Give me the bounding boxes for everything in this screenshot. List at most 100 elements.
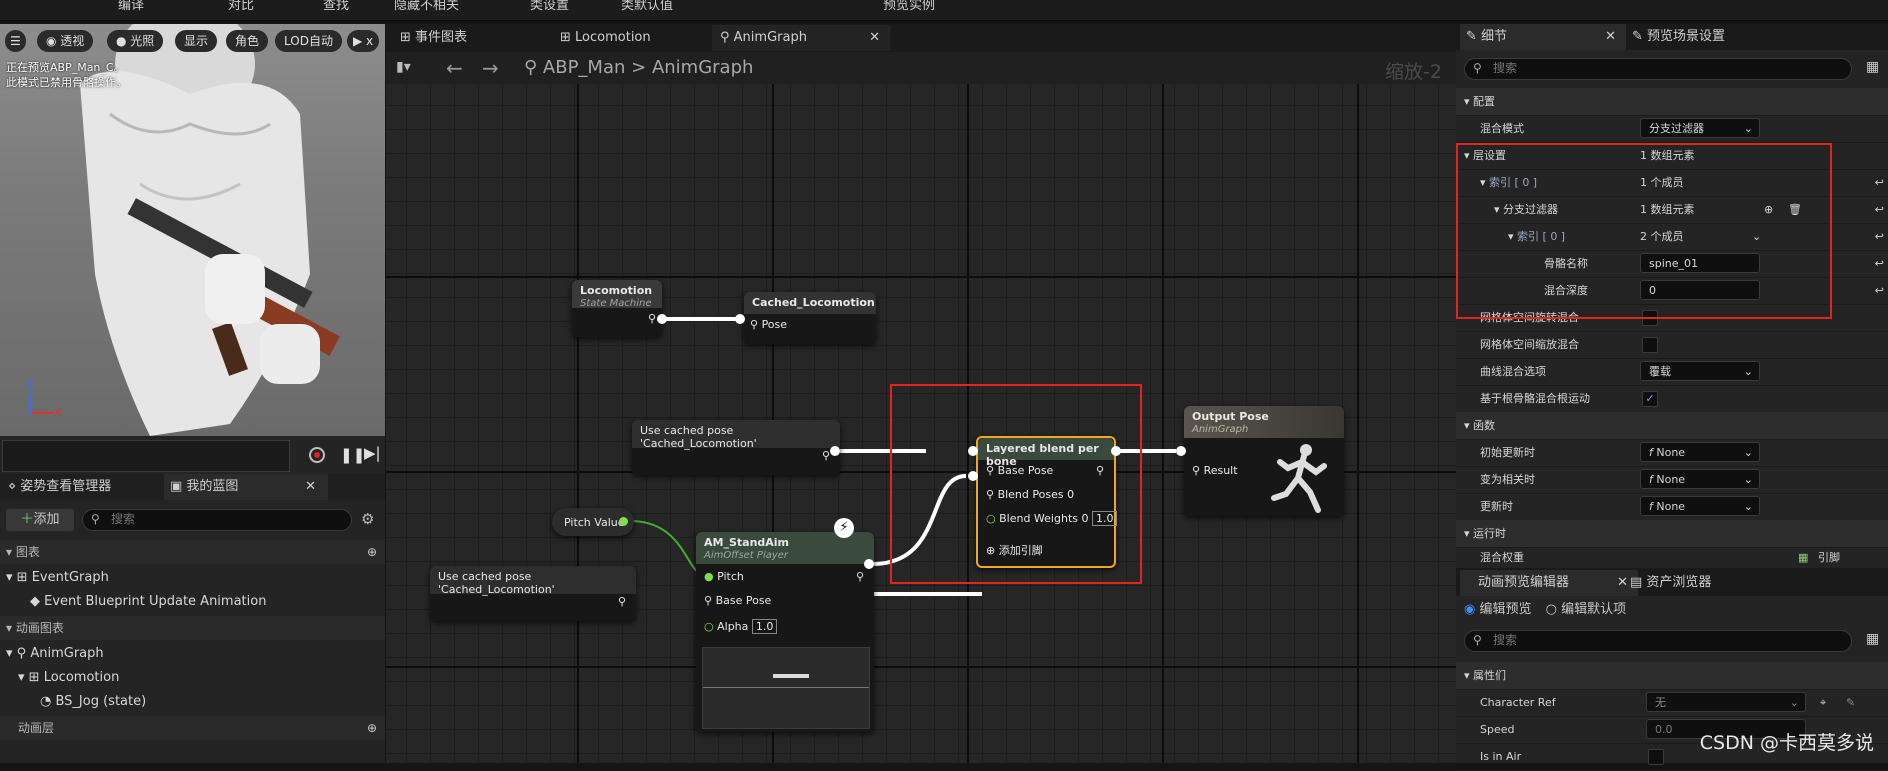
tree-item-event-graph[interactable]: ▾ ⊞ EventGraph — [0, 566, 385, 590]
tab-anim-graph[interactable]: ⚲ AnimGraph ✕ — [712, 25, 890, 51]
pose-out-icon[interactable]: ⚲ — [822, 449, 830, 462]
diff-button[interactable]: 对比 — [228, 0, 254, 13]
node-locomotion-state-machine[interactable]: Locomotion State Machine ⚲ — [572, 280, 662, 337]
section-properties[interactable]: ▾ 属性们 — [1456, 662, 1888, 690]
pose-in-pin[interactable]: ⚲ Pose — [750, 318, 787, 331]
root-motion-checkbox[interactable]: ✓ — [1642, 391, 1658, 407]
node-cached-locomotion[interactable]: Cached_Locomotion ⚲ Pose — [744, 292, 876, 344]
tab-preview-scene[interactable]: ✎ 预览场景设置 — [1626, 24, 1812, 50]
node-use-cached-pose-2[interactable]: Use cached pose 'Cached_Locomotion' ⚲ — [430, 566, 636, 621]
tab-pose-watch[interactable]: ⋄ 姿势查看管理器 — [4, 474, 166, 500]
result-pin[interactable]: ⚲ Result — [1192, 464, 1238, 477]
node-pitch-value[interactable]: Pitch Value — [552, 508, 634, 536]
pin-dot — [735, 314, 745, 324]
character-button[interactable]: 角色 — [226, 30, 269, 52]
grid-view-icon[interactable]: ▦ — [1866, 631, 1879, 647]
grid-view-icon[interactable]: ▦ — [1866, 59, 1879, 75]
preview-search-input[interactable] — [1491, 632, 1835, 648]
radio-edit-preview[interactable]: ◉ 编辑预览 — [1464, 602, 1532, 617]
reset-arrow-icon[interactable]: ↩ — [1875, 277, 1884, 304]
tab-locomotion[interactable]: ⊞ Locomotion — [554, 25, 710, 51]
node-output-pose[interactable]: Output Pose AnimGraph ⚲ Result — [1184, 406, 1344, 516]
curve-blend-dropdown[interactable]: 覆载 ⌄ — [1640, 361, 1760, 381]
curve-blend-value: 覆载 — [1649, 365, 1671, 378]
tree-item-locomotion[interactable]: ▾ ⊞ Locomotion — [0, 666, 385, 690]
timeline-scrubber[interactable] — [2, 440, 290, 472]
add-button[interactable]: ＋添加 — [6, 509, 74, 531]
compile-button[interactable]: 编译 — [118, 0, 144, 13]
alpha-value[interactable]: 1.0 — [751, 619, 778, 634]
tree-item-bs-jog[interactable]: ◔ BS_Jog (state) — [0, 690, 385, 714]
blend-weights-value[interactable]: 引脚 — [1818, 547, 1840, 569]
blueprint-search-input[interactable] — [109, 511, 343, 527]
reset-arrow-icon[interactable]: ↩ — [1875, 250, 1884, 277]
section-runtime[interactable]: ▾ 运行时 — [1456, 520, 1888, 548]
preview-viewport[interactable]: ☰ ◉ 透视 ● 光照 显示 角色 LOD自动 ▶ x 正在预览ABP_Man_… — [0, 24, 385, 436]
perspective-button[interactable]: ◉ 透视 — [37, 30, 94, 52]
forward-arrow-icon[interactable]: → — [482, 56, 499, 80]
pose-out-icon[interactable]: ⚲ — [856, 570, 864, 583]
details-search[interactable]: ⚲ — [1464, 58, 1852, 80]
show-button[interactable]: 显示 — [175, 30, 218, 52]
alpha-pin[interactable]: ○ Alpha 1.0 — [704, 619, 778, 634]
bookmark-icon[interactable]: ▮▾ — [396, 59, 411, 75]
breadcrumb-root[interactable]: ABP_Man — [543, 57, 626, 78]
reset-arrow-icon[interactable]: ↩ — [1875, 196, 1884, 223]
browse-icon[interactable]: ⌖ — [1820, 689, 1826, 716]
tab-asset-browser[interactable]: ▤ 资产浏览器 — [1624, 570, 1790, 596]
tab-details[interactable]: ✎ 细节 ✕ — [1460, 24, 1626, 50]
pose-out-icon[interactable]: ⚲ — [618, 595, 626, 608]
blend-mode-dropdown[interactable]: 分支过滤器 ⌄ — [1640, 118, 1760, 138]
base-pose-pin[interactable]: ⚲ Base Pose — [704, 594, 771, 607]
hide-unrelated-button[interactable]: 隐藏不相关 — [394, 0, 459, 13]
close-icon[interactable]: ✕ — [305, 474, 316, 500]
preview-instance-dropdown[interactable]: 预览实例 — [883, 0, 935, 13]
tab-my-blueprint[interactable]: ▣ 我的蓝图 ✕ — [164, 474, 328, 500]
node-use-cached-pose[interactable]: Use cached pose 'Cached_Locomotion' ⚲ — [632, 420, 840, 475]
pose-out-icon[interactable]: ⚲ — [648, 312, 656, 325]
reset-arrow-icon[interactable]: ↩ — [1875, 169, 1884, 196]
find-button[interactable]: 查找 — [323, 0, 349, 13]
details-search-input[interactable] — [1491, 60, 1835, 76]
node-aim-offset-player[interactable]: AM_StandAim AimOffset Player ● Pitch ⚲ Ba… — [696, 532, 874, 732]
graph-tabs: ⊞ 事件图表 ⊞ Locomotion ⚲ AnimGraph ✕ — [386, 24, 1456, 52]
play-button[interactable]: ▶ x — [347, 30, 380, 52]
float-pin-dot[interactable] — [619, 517, 628, 526]
close-icon[interactable]: ✕ — [1605, 24, 1616, 50]
lod-auto-button[interactable]: LOD自动 — [275, 30, 342, 52]
lighting-button[interactable]: ● 光照 — [107, 30, 164, 52]
section-config[interactable]: ▾ 配置 — [1456, 88, 1888, 116]
class-settings-button[interactable]: 类设置 — [530, 0, 569, 13]
blueprint-search[interactable]: ⚲ — [82, 509, 352, 531]
preview-search[interactable]: ⚲ — [1464, 630, 1852, 652]
add-graph-icon[interactable]: ⊕ — [367, 540, 377, 564]
reset-arrow-icon[interactable]: ↩ — [1875, 223, 1884, 250]
pause-icon[interactable]: ❚❚ — [340, 446, 365, 464]
class-defaults-button[interactable]: 类默认值 — [621, 0, 673, 13]
become-relevant-dropdown[interactable]: f None ⌄ — [1640, 469, 1760, 489]
section-graphs[interactable]: ▾ 图表 ⊕ — [0, 540, 385, 564]
section-anim-graphs[interactable]: ▾ 动画图表 — [0, 616, 385, 640]
section-functions[interactable]: ▾ 函数 — [1456, 412, 1888, 440]
tree-item-event-update[interactable]: ◆ Event Blueprint Update Animation — [0, 590, 385, 614]
anim-graph-canvas[interactable]: Locomotion State Machine ⚲ Cached_Locomot… — [386, 84, 1456, 763]
viewport-menu-button[interactable]: ☰ — [5, 30, 26, 52]
tree-item-anim-graph[interactable]: ▾ ⚲ AnimGraph — [0, 642, 385, 666]
character-ref-dropdown[interactable]: 无 ⌄ — [1646, 692, 1806, 712]
add-layer-icon[interactable]: ⊕ — [367, 716, 377, 740]
settings-gear-icon[interactable]: ⚙ — [361, 510, 374, 528]
step-forward-icon[interactable]: ▶| — [364, 444, 381, 462]
tab-event-graph[interactable]: ⊞ 事件图表 — [394, 25, 540, 51]
node-title: Output Pose — [1192, 410, 1269, 423]
pitch-pin[interactable]: ● Pitch — [704, 570, 744, 583]
back-arrow-icon[interactable]: ← — [446, 56, 463, 80]
section-anim-layers[interactable]: 动画层 ⊕ — [0, 716, 385, 740]
on-update-dropdown[interactable]: f None ⌄ — [1640, 496, 1760, 516]
mesh-scale-checkbox[interactable] — [1642, 337, 1658, 353]
tab-anim-preview[interactable]: 动画预览编辑器 ✕ — [1460, 570, 1638, 596]
initial-update-dropdown[interactable]: f None ⌄ — [1640, 442, 1760, 462]
eyedropper-icon[interactable]: ✎ — [1846, 689, 1855, 716]
radio-edit-defaults[interactable]: ○ 编辑默认项 — [1546, 602, 1627, 617]
record-button[interactable] — [309, 447, 325, 463]
close-icon[interactable]: ✕ — [869, 25, 880, 51]
